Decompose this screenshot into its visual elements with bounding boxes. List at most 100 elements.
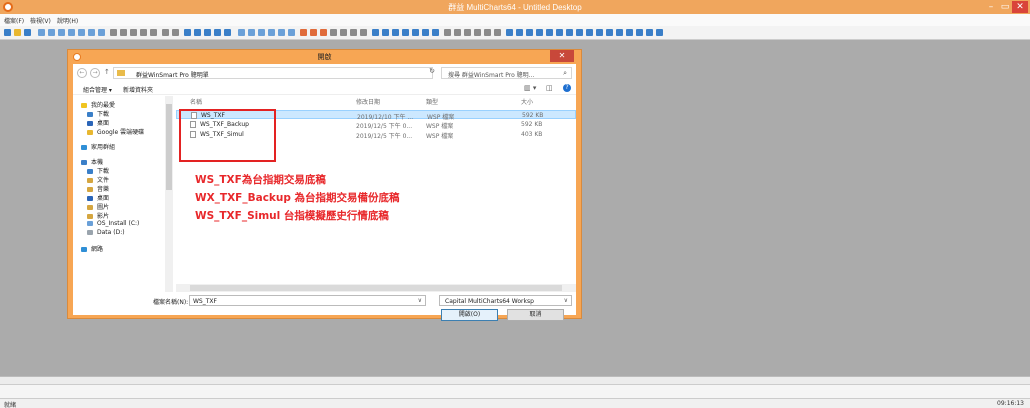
address-bar[interactable]: 群益WinSmart Pro 聰明單 ∨: [113, 67, 458, 79]
nav-item[interactable]: 圖片: [87, 202, 109, 211]
nav-item[interactable]: Google 雲端硬碟: [87, 127, 144, 136]
tool-icon[interactable]: [646, 29, 653, 36]
tool-icon[interactable]: [546, 29, 553, 36]
new-icon[interactable]: [4, 29, 11, 36]
window-icon[interactable]: [78, 29, 85, 36]
tool-icon[interactable]: [382, 29, 389, 36]
minimize-button[interactable]: –: [984, 1, 998, 13]
tool-icon[interactable]: [238, 29, 245, 36]
column-date[interactable]: 修改日期: [356, 97, 380, 106]
column-name[interactable]: 名稱: [190, 97, 202, 106]
open-button[interactable]: 開啟(O): [441, 309, 498, 321]
nav-item[interactable]: 桌面: [87, 193, 109, 202]
tool-icon[interactable]: [330, 29, 337, 36]
tool-icon[interactable]: [258, 29, 265, 36]
tool-icon[interactable]: [320, 29, 327, 36]
tool-icon[interactable]: [412, 29, 419, 36]
search-icon[interactable]: ⌕: [563, 69, 567, 78]
tool-icon[interactable]: [454, 29, 461, 36]
tool-icon[interactable]: [596, 29, 603, 36]
nav-item[interactable]: 網路: [81, 244, 103, 253]
filetype-select[interactable]: Capital MultiCharts64 Worksp ∨: [439, 295, 572, 306]
chart-icon[interactable]: [110, 29, 117, 36]
window-icon[interactable]: [68, 29, 75, 36]
tool-icon[interactable]: [656, 29, 663, 36]
tool-icon[interactable]: [526, 29, 533, 36]
tool-icon[interactable]: [432, 29, 439, 36]
tool-icon[interactable]: [372, 29, 379, 36]
tool-icon[interactable]: [536, 29, 543, 36]
tool-icon[interactable]: [636, 29, 643, 36]
nav-item[interactable]: 文件: [87, 175, 109, 184]
tool-icon[interactable]: [402, 29, 409, 36]
view-options-icon[interactable]: ▥ ▾: [524, 84, 536, 92]
open-icon[interactable]: [14, 29, 21, 36]
chevron-down-icon[interactable]: ∨: [564, 297, 568, 304]
chart-icon[interactable]: [172, 29, 179, 36]
tool-icon[interactable]: [288, 29, 295, 36]
tool-icon[interactable]: [268, 29, 275, 36]
window-icon[interactable]: [38, 29, 45, 36]
nav-item[interactable]: 影片: [87, 211, 109, 220]
nav-item[interactable]: 本機: [81, 157, 103, 166]
tool-icon[interactable]: [626, 29, 633, 36]
window-icon[interactable]: [58, 29, 65, 36]
nav-scrollbar[interactable]: [165, 96, 173, 292]
chart-icon[interactable]: [130, 29, 137, 36]
tool-icon[interactable]: [484, 29, 491, 36]
tool-icon[interactable]: [248, 29, 255, 36]
chart-icon[interactable]: [140, 29, 147, 36]
back-button[interactable]: ←: [77, 68, 87, 78]
up-button[interactable]: ↑: [104, 68, 110, 76]
dialog-close-button[interactable]: ✕: [550, 50, 574, 62]
nav-item[interactable]: 音樂: [87, 184, 109, 193]
column-type[interactable]: 類型: [426, 97, 438, 106]
column-size[interactable]: 大小: [521, 97, 533, 106]
nav-item[interactable]: 下載: [87, 109, 109, 118]
window-icon[interactable]: [98, 29, 105, 36]
tool-icon[interactable]: [576, 29, 583, 36]
preview-pane-icon[interactable]: ◫: [546, 84, 553, 92]
tool-icon[interactable]: [184, 29, 191, 36]
window-icon[interactable]: [48, 29, 55, 36]
tool-icon[interactable]: [194, 29, 201, 36]
nav-item[interactable]: OS_Install (C:): [87, 220, 139, 227]
horizontal-scrollbar-thumb[interactable]: [190, 285, 562, 291]
refresh-icon[interactable]: ↻: [425, 67, 439, 79]
nav-scrollbar-thumb[interactable]: [166, 104, 172, 190]
tool-icon[interactable]: [516, 29, 523, 36]
maximize-button[interactable]: ▭: [998, 1, 1012, 13]
tool-icon[interactable]: [310, 29, 317, 36]
tool-icon[interactable]: [214, 29, 221, 36]
tool-icon[interactable]: [566, 29, 573, 36]
horizontal-scrollbar[interactable]: [176, 284, 576, 292]
menu-view[interactable]: 檢視(V): [30, 16, 51, 25]
close-button[interactable]: ✕: [1012, 1, 1028, 13]
filename-input[interactable]: WS_TXF ∨: [189, 295, 426, 306]
tool-icon[interactable]: [204, 29, 211, 36]
tool-icon[interactable]: [606, 29, 613, 36]
help-icon[interactable]: ?: [563, 84, 571, 92]
nav-item[interactable]: 下載: [87, 166, 109, 175]
tool-icon[interactable]: [224, 29, 231, 36]
tool-icon[interactable]: [506, 29, 513, 36]
tool-icon[interactable]: [422, 29, 429, 36]
tool-icon[interactable]: [392, 29, 399, 36]
tool-icon[interactable]: [340, 29, 347, 36]
cancel-button[interactable]: 取消: [507, 309, 564, 321]
nav-item[interactable]: Data (D:): [87, 229, 125, 236]
tool-icon[interactable]: [474, 29, 481, 36]
menu-help[interactable]: 說明(H): [57, 16, 78, 25]
tool-icon[interactable]: [586, 29, 593, 36]
tool-icon[interactable]: [494, 29, 501, 36]
organize-button[interactable]: 組合管理 ▾: [83, 85, 112, 94]
chart-icon[interactable]: [162, 29, 169, 36]
tool-icon[interactable]: [360, 29, 367, 36]
chart-icon[interactable]: [150, 29, 157, 36]
tool-icon[interactable]: [444, 29, 451, 36]
chart-icon[interactable]: [120, 29, 127, 36]
new-folder-button[interactable]: 新增資料夾: [123, 85, 153, 94]
tool-icon[interactable]: [616, 29, 623, 36]
menu-file[interactable]: 檔案(F): [4, 16, 24, 25]
tool-icon[interactable]: [350, 29, 357, 36]
